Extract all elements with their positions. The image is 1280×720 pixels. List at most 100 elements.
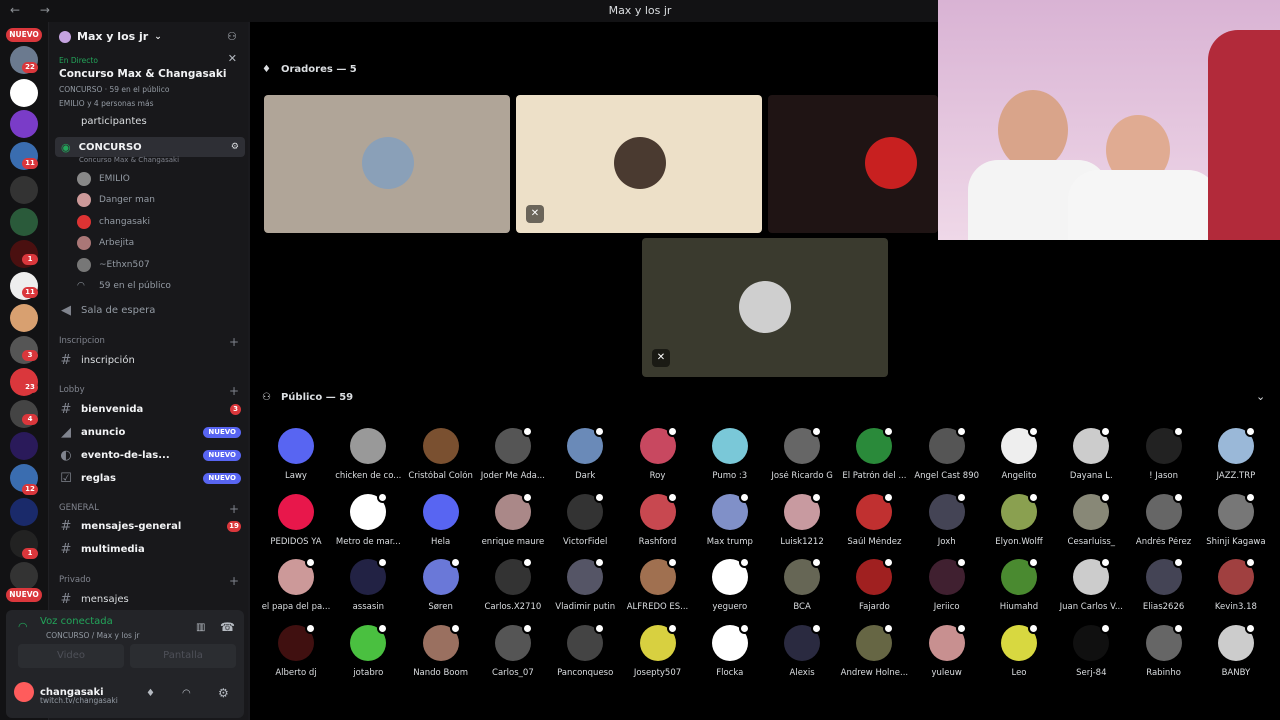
settings-icon[interactable]: ⚙ (231, 142, 239, 152)
audience-member[interactable]: Josepty507 (622, 622, 694, 678)
plus-icon[interactable]: + (229, 335, 239, 349)
category-inscripcion[interactable]: Inscripcion + (59, 335, 239, 349)
audience-count[interactable]: ◠ 59 en el público (77, 276, 247, 296)
plus-icon[interactable]: + (229, 384, 239, 398)
audience-member[interactable]: Fajardo (838, 557, 910, 612)
audience-member[interactable]: jotabro (332, 622, 404, 678)
audience-member[interactable]: Rabinho (1128, 622, 1200, 678)
audience-member[interactable]: Carlos_07 (477, 622, 549, 678)
audience-member[interactable]: Shinji Kagawa (1200, 491, 1272, 547)
category-lobby[interactable]: Lobby + (59, 384, 239, 398)
audience-member[interactable]: JAZZ.TRP (1200, 426, 1272, 481)
disconnect-icon[interactable]: ☎ (220, 620, 235, 634)
audience-member[interactable]: el papa del pa... (260, 557, 332, 612)
audience-member[interactable]: Andrés Pérez (1128, 491, 1200, 547)
audience-member[interactable]: Nando Boom (405, 622, 477, 678)
audience-member[interactable]: BCA (766, 557, 838, 612)
settings-icon[interactable]: ⚙ (218, 686, 229, 700)
audience-member[interactable]: Angelito (983, 426, 1055, 481)
audience-member[interactable]: Carlos.X2710 (477, 557, 549, 612)
server-icon[interactable] (10, 562, 38, 590)
plus-icon[interactable]: + (229, 502, 239, 516)
video-button[interactable]: Video (18, 644, 124, 668)
chevron-down-icon[interactable]: ⌄ (1256, 390, 1265, 403)
audience-member[interactable]: Kevin3.18 (1200, 557, 1272, 612)
server-icon[interactable] (10, 110, 38, 138)
mic-icon[interactable]: ♦ (146, 688, 155, 699)
user-panel[interactable]: changasaki twitch.tv/changasaki (14, 682, 118, 705)
speaker-tile[interactable] (768, 95, 938, 233)
channel-inscripcion[interactable]: # inscripción (49, 350, 249, 370)
audience-member[interactable]: Hela (405, 493, 477, 547)
channel-mensajes-general[interactable]: # mensajes-general 19 (49, 516, 249, 536)
audience-member[interactable]: Flocka (694, 622, 766, 678)
audience-member[interactable]: yuleuw (911, 622, 983, 678)
audience-member[interactable]: PEDIDOS YA (260, 493, 332, 547)
audience-member[interactable]: Hiumahd (983, 557, 1055, 612)
server-icon[interactable] (10, 432, 38, 460)
category-general[interactable]: GENERAL + (59, 502, 239, 516)
audience-member[interactable]: Angel Cast 890 (911, 426, 983, 481)
channel-participantes[interactable]: participantes (49, 116, 249, 126)
audience-member[interactable]: Panconqueso (549, 622, 621, 678)
add-member-icon[interactable]: ⚇ (227, 30, 237, 43)
audience-member[interactable]: Elyon.Wolff (983, 491, 1055, 547)
audience-member[interactable]: Luisk1212 (766, 491, 838, 547)
audience-member[interactable]: Dayana L. (1055, 426, 1127, 481)
audience-member[interactable]: enrique maure (477, 491, 549, 547)
audience-member[interactable]: El Patrón del ... (838, 426, 910, 481)
audience-member[interactable]: Leo (983, 622, 1055, 678)
voice-user[interactable]: changasaki (77, 212, 247, 232)
audience-member[interactable]: Metro de mar... (332, 491, 404, 547)
server-icon[interactable] (10, 208, 38, 236)
channel-multimedia[interactable]: # multimedia (49, 539, 249, 559)
audience-member[interactable]: Joder Me Ada... (477, 426, 549, 481)
voice-user[interactable]: Danger man (77, 190, 247, 210)
channel-bienvenida[interactable]: # bienvenida 3 (49, 399, 249, 419)
audience-member[interactable]: Joxh (911, 491, 983, 547)
channel-mensajes[interactable]: # mensajes (49, 589, 249, 609)
audience-member[interactable]: Juan Carlos V... (1055, 557, 1127, 612)
audience-member[interactable]: Lawy (260, 428, 332, 481)
audience-member[interactable]: Cesarluiss_ (1055, 491, 1127, 547)
screen-share-button[interactable]: Pantalla (130, 644, 236, 668)
channel-reglas[interactable]: ☑ reglas NUEVO (49, 468, 249, 488)
audience-member[interactable]: Saúl Méndez (838, 491, 910, 547)
live-event-card[interactable]: En Directo Concurso Max & Changasaki CON… (59, 52, 245, 108)
headphones-icon[interactable]: ◠ (182, 688, 191, 699)
audience-member[interactable]: BANBY (1200, 622, 1272, 678)
soundboard-icon[interactable]: ▥ (196, 622, 205, 633)
server-icon[interactable] (10, 176, 38, 204)
server-icon[interactable] (10, 79, 38, 107)
audience-member[interactable]: Jeriico (911, 557, 983, 612)
audience-member[interactable]: Max trump (694, 491, 766, 547)
audience-member[interactable]: Rashford (622, 491, 694, 547)
speaker-tile[interactable]: ✕ (642, 238, 888, 377)
channel-anuncio[interactable]: ◢ anuncio NUEVO (49, 422, 249, 442)
audience-member[interactable]: chicken de co... (332, 428, 404, 481)
audience-member[interactable]: yeguero (694, 557, 766, 612)
audience-member[interactable]: Serj-84 (1055, 622, 1127, 678)
audience-member[interactable]: Cristóbal Colón (405, 428, 477, 481)
server-icon[interactable] (10, 304, 38, 332)
audience-member[interactable]: Roy (622, 426, 694, 481)
audience-member[interactable]: Alexis (766, 622, 838, 678)
audience-member[interactable]: Vladimir putin (549, 557, 621, 612)
server-icon[interactable] (10, 498, 38, 526)
audience-member[interactable]: ALFREDO ES... (622, 557, 694, 612)
audience-member[interactable]: José Ricardo G (766, 426, 838, 481)
category-privado[interactable]: Privado + (59, 574, 239, 588)
server-header[interactable]: Max y los jr ⌄ (59, 30, 162, 43)
audience-member[interactable]: Alberto dj (260, 622, 332, 678)
audience-member[interactable]: ! Jason (1128, 426, 1200, 481)
audience-member[interactable]: Elias2626 (1128, 557, 1200, 612)
stage-channel-concurso[interactable]: ◉ CONCURSO ⚙ (55, 137, 245, 157)
audience-member[interactable]: Andrew Holne... (838, 622, 910, 678)
voice-user[interactable]: EMILIO (77, 169, 247, 189)
speaker-tile[interactable] (264, 95, 510, 233)
close-icon[interactable]: ✕ (228, 52, 237, 65)
plus-icon[interactable]: + (229, 574, 239, 588)
channel-evento[interactable]: ◐ evento-de-las... NUEVO (49, 445, 249, 465)
audience-member[interactable]: VictorFidel (549, 491, 621, 547)
voice-user[interactable]: ~Ethxn507 (77, 255, 247, 275)
